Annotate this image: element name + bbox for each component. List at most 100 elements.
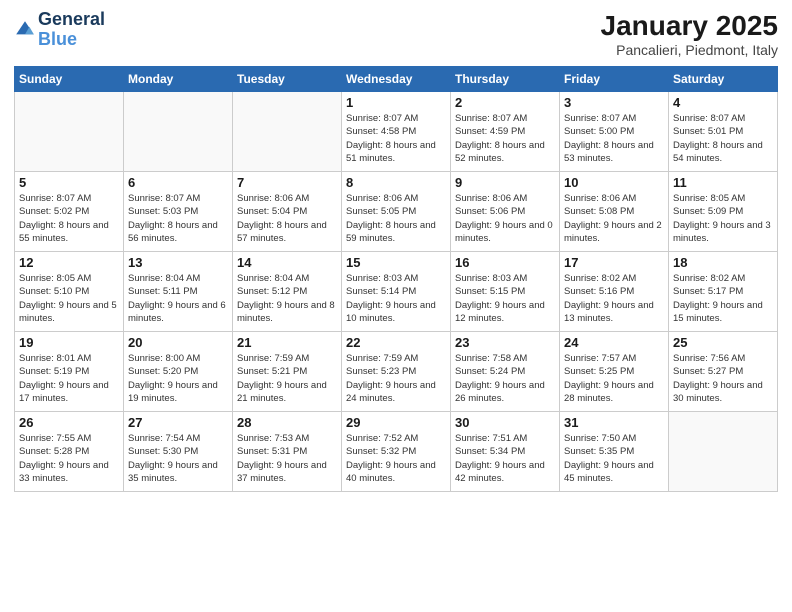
calendar-cell: 17 Sunrise: 8:02 AM Sunset: 5:16 PM Dayli… (560, 252, 669, 332)
page-header: General Blue January 2025 Pancalieri, Pi… (14, 10, 778, 58)
calendar-cell: 19 Sunrise: 8:01 AM Sunset: 5:19 PM Dayli… (15, 332, 124, 412)
calendar-cell: 12 Sunrise: 8:05 AM Sunset: 5:10 PM Dayli… (15, 252, 124, 332)
day-info: Sunrise: 8:07 AM Sunset: 5:03 PM Dayligh… (128, 192, 228, 245)
day-info: Sunrise: 7:51 AM Sunset: 5:34 PM Dayligh… (455, 432, 555, 485)
calendar-cell (233, 92, 342, 172)
calendar-cell: 16 Sunrise: 8:03 AM Sunset: 5:15 PM Dayli… (451, 252, 560, 332)
day-number: 17 (564, 255, 664, 270)
calendar-cell: 6 Sunrise: 8:07 AM Sunset: 5:03 PM Daylig… (124, 172, 233, 252)
day-info: Sunrise: 8:03 AM Sunset: 5:15 PM Dayligh… (455, 272, 555, 325)
calendar-cell: 29Sunrise: 7:52 AM Sunset: 5:32 PM Dayli… (342, 412, 451, 492)
day-info: Sunrise: 8:00 AM Sunset: 5:20 PM Dayligh… (128, 352, 228, 405)
weekday-tuesday: Tuesday (233, 67, 342, 92)
day-number: 16 (455, 255, 555, 270)
calendar-cell: 26 Sunrise: 7:55 AM Sunset: 5:28 PM Dayli… (15, 412, 124, 492)
day-info: Sunrise: 8:04 AM Sunset: 5:11 PM Dayligh… (128, 272, 228, 325)
day-info: Sunrise: 8:06 AM Sunset: 5:05 PM Dayligh… (346, 192, 446, 245)
calendar-cell (669, 412, 778, 492)
calendar-cell (124, 92, 233, 172)
calendar-cell: 11Sunrise: 8:05 AM Sunset: 5:09 PM Dayli… (669, 172, 778, 252)
day-info: Sunrise: 8:04 AM Sunset: 5:12 PM Dayligh… (237, 272, 337, 325)
calendar-cell (15, 92, 124, 172)
calendar-cell: 7 Sunrise: 8:06 AM Sunset: 5:04 PM Daylig… (233, 172, 342, 252)
calendar-cell: 27Sunrise: 7:54 AM Sunset: 5:30 PM Dayli… (124, 412, 233, 492)
calendar-cell: 1 Sunrise: 8:07 AM Sunset: 4:58 PM Daylig… (342, 92, 451, 172)
calendar-cell: 2Sunrise: 8:07 AM Sunset: 4:59 PM Daylig… (451, 92, 560, 172)
calendar-week-3: 19 Sunrise: 8:01 AM Sunset: 5:19 PM Dayli… (15, 332, 778, 412)
calendar-week-0: 1 Sunrise: 8:07 AM Sunset: 4:58 PM Daylig… (15, 92, 778, 172)
day-number: 28 (237, 415, 337, 430)
day-info: Sunrise: 8:06 AM Sunset: 5:06 PM Dayligh… (455, 192, 555, 245)
day-number: 7 (237, 175, 337, 190)
day-info: Sunrise: 7:58 AM Sunset: 5:24 PM Dayligh… (455, 352, 555, 405)
day-number: 14 (237, 255, 337, 270)
location: Pancalieri, Piedmont, Italy (601, 42, 778, 58)
day-number: 21 (237, 335, 337, 350)
day-number: 18 (673, 255, 773, 270)
day-number: 15 (346, 255, 446, 270)
day-number: 6 (128, 175, 228, 190)
day-number: 20 (128, 335, 228, 350)
calendar-cell: 13Sunrise: 8:04 AM Sunset: 5:11 PM Dayli… (124, 252, 233, 332)
day-info: Sunrise: 8:02 AM Sunset: 5:16 PM Dayligh… (564, 272, 664, 325)
day-number: 4 (673, 95, 773, 110)
page-container: General Blue January 2025 Pancalieri, Pi… (0, 0, 792, 612)
day-info: Sunrise: 8:01 AM Sunset: 5:19 PM Dayligh… (19, 352, 119, 405)
day-info: Sunrise: 7:54 AM Sunset: 5:30 PM Dayligh… (128, 432, 228, 485)
day-info: Sunrise: 7:55 AM Sunset: 5:28 PM Dayligh… (19, 432, 119, 485)
calendar-cell: 25Sunrise: 7:56 AM Sunset: 5:27 PM Dayli… (669, 332, 778, 412)
day-number: 3 (564, 95, 664, 110)
calendar-cell: 24 Sunrise: 7:57 AM Sunset: 5:25 PM Dayli… (560, 332, 669, 412)
day-number: 1 (346, 95, 446, 110)
calendar-cell: 10 Sunrise: 8:06 AM Sunset: 5:08 PM Dayli… (560, 172, 669, 252)
day-info: Sunrise: 7:59 AM Sunset: 5:21 PM Dayligh… (237, 352, 337, 405)
weekday-friday: Friday (560, 67, 669, 92)
day-number: 2 (455, 95, 555, 110)
calendar-cell: 21 Sunrise: 7:59 AM Sunset: 5:21 PM Dayli… (233, 332, 342, 412)
calendar-cell: 4 Sunrise: 8:07 AM Sunset: 5:01 PM Daylig… (669, 92, 778, 172)
day-number: 26 (19, 415, 119, 430)
day-info: Sunrise: 7:59 AM Sunset: 5:23 PM Dayligh… (346, 352, 446, 405)
day-number: 23 (455, 335, 555, 350)
day-number: 24 (564, 335, 664, 350)
day-number: 8 (346, 175, 446, 190)
day-info: Sunrise: 8:05 AM Sunset: 5:10 PM Dayligh… (19, 272, 119, 325)
day-number: 9 (455, 175, 555, 190)
calendar-week-2: 12 Sunrise: 8:05 AM Sunset: 5:10 PM Dayli… (15, 252, 778, 332)
weekday-monday: Monday (124, 67, 233, 92)
day-number: 12 (19, 255, 119, 270)
calendar-cell: 23 Sunrise: 7:58 AM Sunset: 5:24 PM Dayli… (451, 332, 560, 412)
calendar-cell: 30Sunrise: 7:51 AM Sunset: 5:34 PM Dayli… (451, 412, 560, 492)
calendar-week-4: 26 Sunrise: 7:55 AM Sunset: 5:28 PM Dayli… (15, 412, 778, 492)
day-info: Sunrise: 8:07 AM Sunset: 5:02 PM Dayligh… (19, 192, 119, 245)
weekday-saturday: Saturday (669, 67, 778, 92)
day-info: Sunrise: 8:05 AM Sunset: 5:09 PM Dayligh… (673, 192, 773, 245)
day-info: Sunrise: 8:07 AM Sunset: 5:01 PM Dayligh… (673, 112, 773, 165)
calendar-header-row: Sunday Monday Tuesday Wednesday Thursday… (15, 67, 778, 92)
calendar-cell: 5 Sunrise: 8:07 AM Sunset: 5:02 PM Daylig… (15, 172, 124, 252)
day-number: 22 (346, 335, 446, 350)
calendar: Sunday Monday Tuesday Wednesday Thursday… (14, 66, 778, 492)
day-number: 19 (19, 335, 119, 350)
weekday-thursday: Thursday (451, 67, 560, 92)
day-number: 31 (564, 415, 664, 430)
day-info: Sunrise: 7:50 AM Sunset: 5:35 PM Dayligh… (564, 432, 664, 485)
day-info: Sunrise: 7:56 AM Sunset: 5:27 PM Dayligh… (673, 352, 773, 405)
day-info: Sunrise: 8:03 AM Sunset: 5:14 PM Dayligh… (346, 272, 446, 325)
weekday-sunday: Sunday (15, 67, 124, 92)
calendar-cell: 9 Sunrise: 8:06 AM Sunset: 5:06 PM Daylig… (451, 172, 560, 252)
logo-text: General Blue (38, 10, 105, 50)
day-info: Sunrise: 8:06 AM Sunset: 5:08 PM Dayligh… (564, 192, 664, 245)
day-info: Sunrise: 8:07 AM Sunset: 4:58 PM Dayligh… (346, 112, 446, 165)
month-title: January 2025 (601, 10, 778, 42)
day-info: Sunrise: 8:07 AM Sunset: 5:00 PM Dayligh… (564, 112, 664, 165)
calendar-cell: 20 Sunrise: 8:00 AM Sunset: 5:20 PM Dayli… (124, 332, 233, 412)
day-info: Sunrise: 7:57 AM Sunset: 5:25 PM Dayligh… (564, 352, 664, 405)
calendar-cell: 14 Sunrise: 8:04 AM Sunset: 5:12 PM Dayli… (233, 252, 342, 332)
day-info: Sunrise: 8:06 AM Sunset: 5:04 PM Dayligh… (237, 192, 337, 245)
day-number: 5 (19, 175, 119, 190)
calendar-week-1: 5 Sunrise: 8:07 AM Sunset: 5:02 PM Daylig… (15, 172, 778, 252)
day-info: Sunrise: 7:52 AM Sunset: 5:32 PM Dayligh… (346, 432, 446, 485)
calendar-cell: 3 Sunrise: 8:07 AM Sunset: 5:00 PM Daylig… (560, 92, 669, 172)
day-number: 10 (564, 175, 664, 190)
